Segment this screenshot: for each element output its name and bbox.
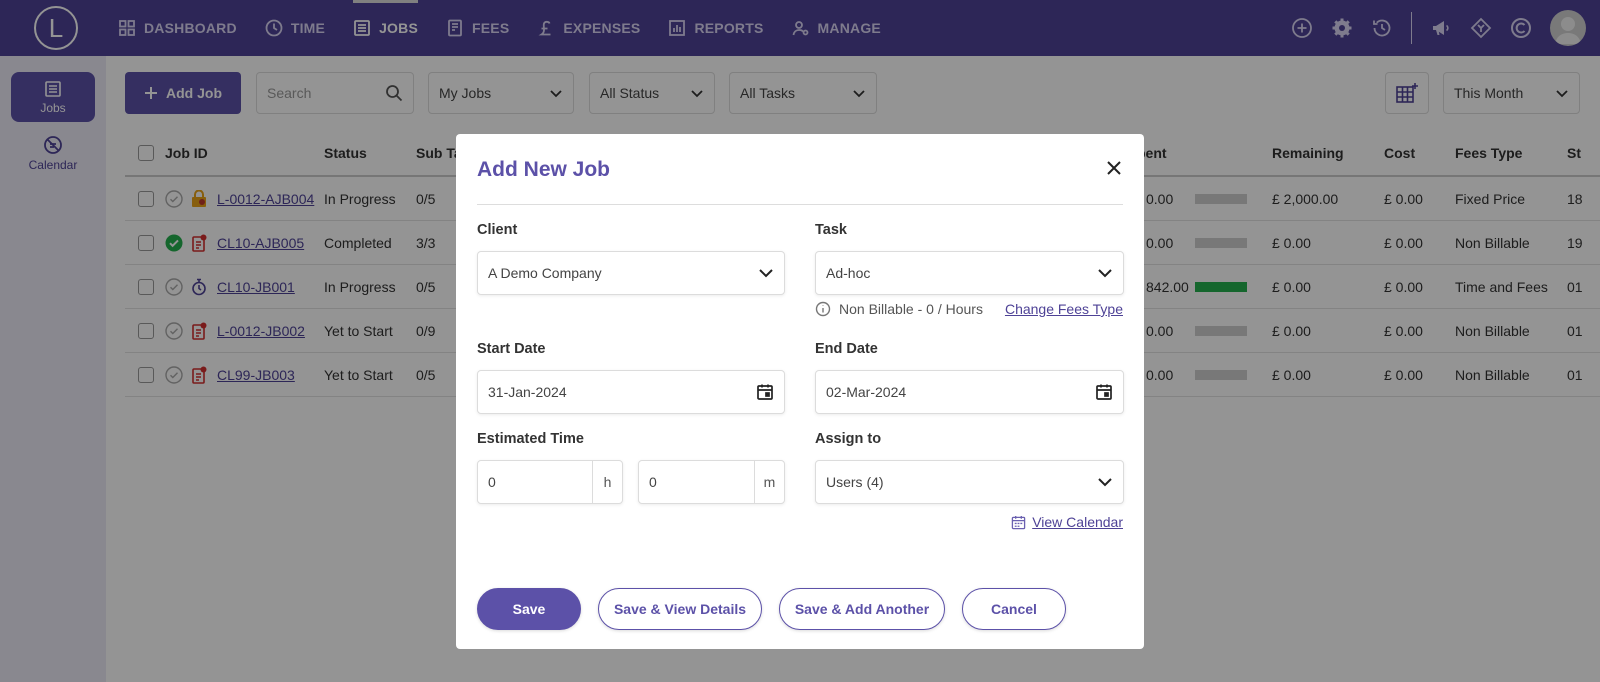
client-select[interactable]: A Demo Company xyxy=(477,251,785,295)
assign-to-select[interactable]: Users (4) xyxy=(815,460,1124,504)
calendar-icon xyxy=(1011,515,1026,529)
end-date-input[interactable]: 02-Mar-2024 xyxy=(815,370,1124,414)
calendar-icon[interactable] xyxy=(756,383,774,401)
client-label: Client xyxy=(477,222,518,238)
minutes-input[interactable]: 0 m xyxy=(638,460,785,504)
hours-input[interactable]: 0 h xyxy=(477,460,623,504)
hours-value: 0 xyxy=(488,474,496,490)
task-value: Ad-hoc xyxy=(826,265,871,281)
calendar-icon[interactable] xyxy=(1095,383,1113,401)
estimated-time-label: Estimated Time xyxy=(477,431,584,447)
info-icon xyxy=(815,301,831,317)
save-view-details-button[interactable]: Save & View Details xyxy=(598,588,762,630)
minutes-value: 0 xyxy=(649,474,657,490)
start-date-value: 31-Jan-2024 xyxy=(488,384,567,400)
view-calendar-link[interactable]: View Calendar xyxy=(1032,514,1123,530)
chevron-down-icon xyxy=(1098,478,1112,487)
modal-title: Add New Job xyxy=(477,158,611,181)
hours-unit: h xyxy=(592,461,622,503)
fees-info: Non Billable - 0 / Hours xyxy=(815,301,983,317)
cancel-button[interactable]: Cancel xyxy=(962,588,1066,630)
change-fees-type-link[interactable]: Change Fees Type xyxy=(1005,301,1123,317)
end-date-label: End Date xyxy=(815,341,878,357)
start-date-label: Start Date xyxy=(477,341,546,357)
close-icon[interactable] xyxy=(1104,158,1124,178)
view-calendar[interactable]: View Calendar xyxy=(1011,514,1123,530)
assign-to-label: Assign to xyxy=(815,431,882,447)
chevron-down-icon xyxy=(1098,269,1112,278)
save-add-another-button[interactable]: Save & Add Another xyxy=(779,588,945,630)
start-date-input[interactable]: 31-Jan-2024 xyxy=(477,370,785,414)
client-value: A Demo Company xyxy=(488,265,602,281)
fees-info-text: Non Billable - 0 / Hours xyxy=(839,301,983,317)
assign-to-value: Users (4) xyxy=(826,474,884,490)
minutes-unit: m xyxy=(754,461,784,503)
save-button[interactable]: Save xyxy=(477,588,581,630)
task-label: Task xyxy=(815,222,847,238)
add-new-job-modal: Add New Job Client A Demo Company Task A… xyxy=(456,134,1144,649)
task-select[interactable]: Ad-hoc xyxy=(815,251,1124,295)
chevron-down-icon xyxy=(759,269,773,278)
modal-divider xyxy=(477,204,1123,205)
end-date-value: 02-Mar-2024 xyxy=(826,384,907,400)
